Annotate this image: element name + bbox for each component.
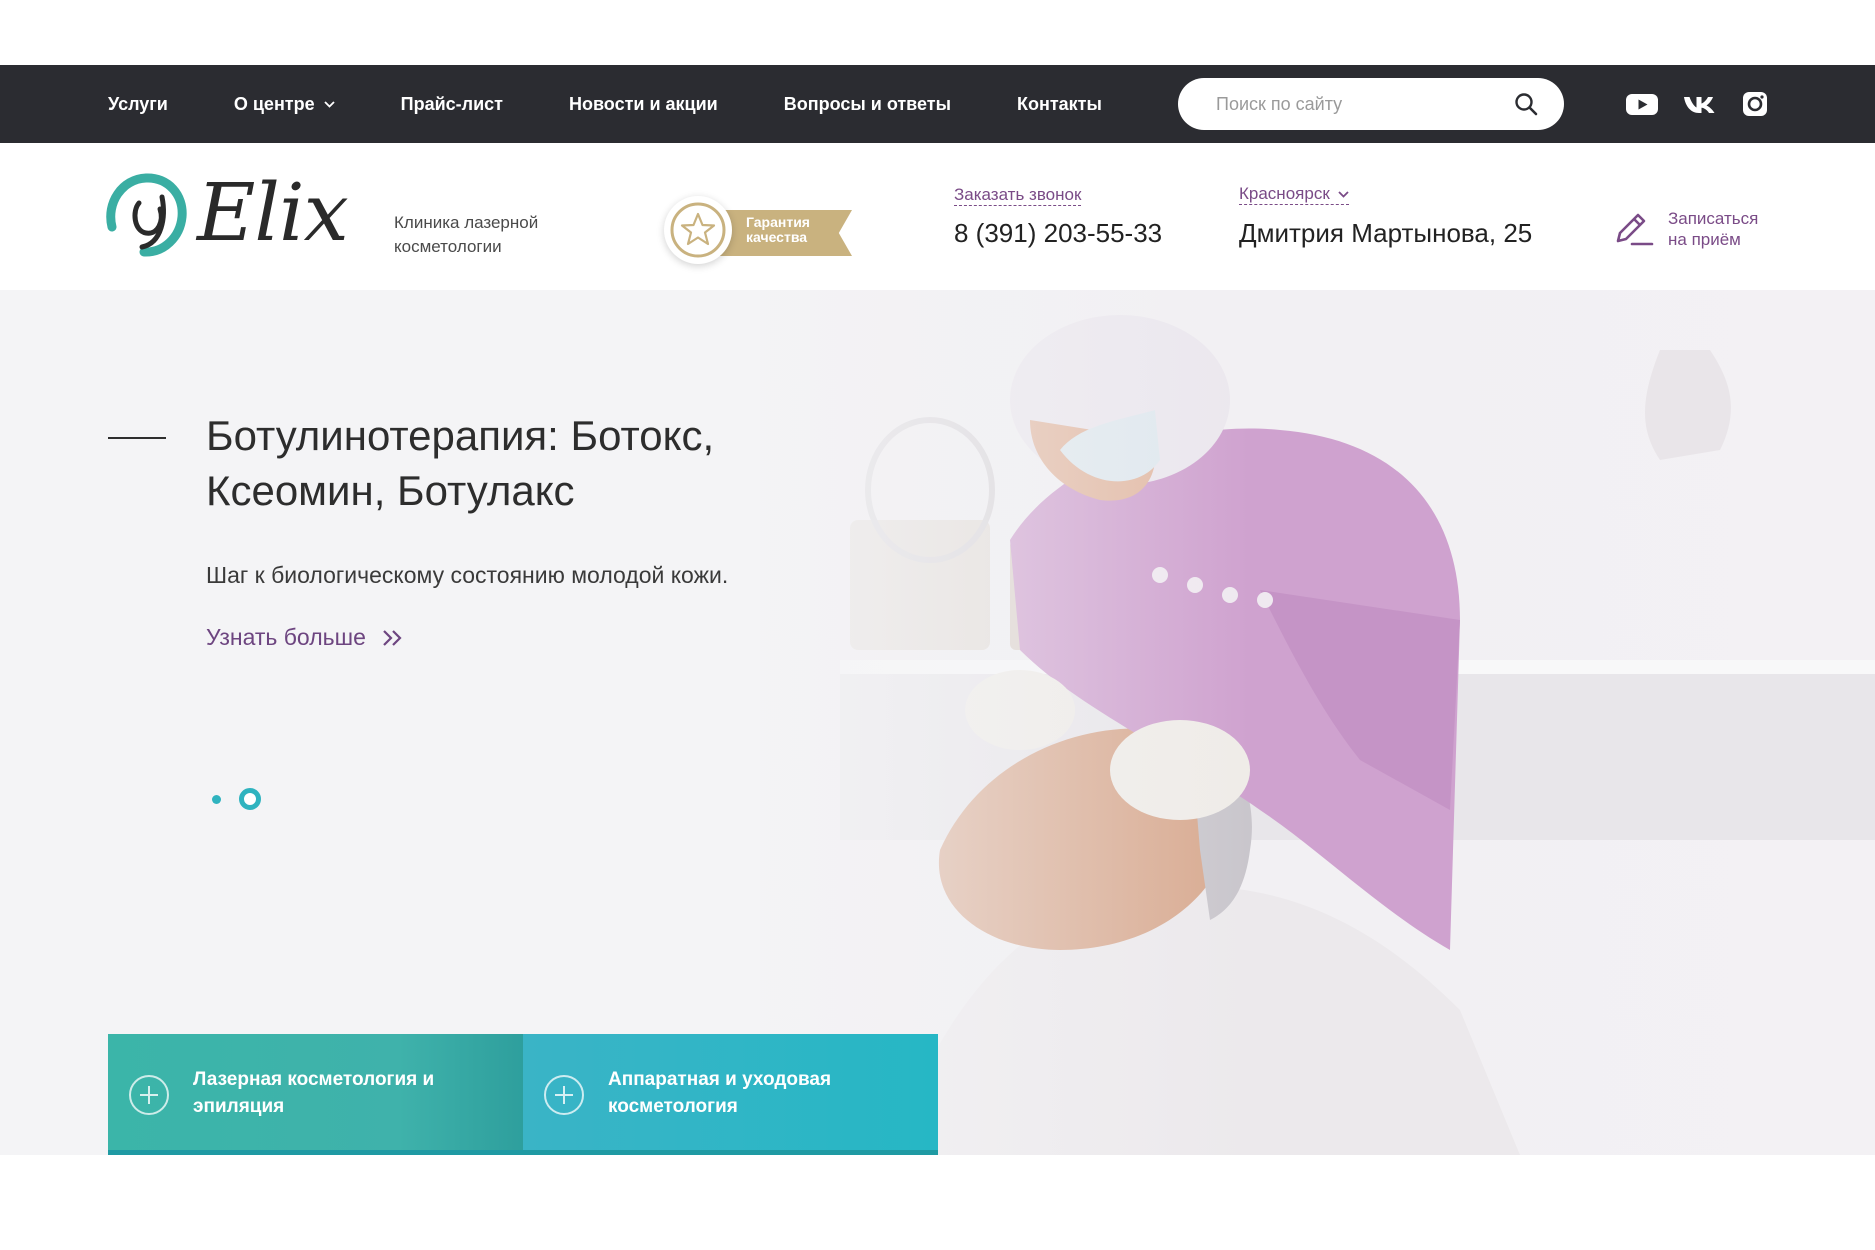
hero-slider: Ботулинотерапия: Ботокс, Ксеомин, Ботула…: [0, 290, 1875, 1155]
category-hardware-cosmetology[interactable]: Аппаратная и уходовая косметология: [523, 1034, 938, 1154]
appointment-line: Записаться: [1668, 209, 1759, 228]
tagline-line: косметологии: [394, 237, 502, 256]
city-selector[interactable]: Красноярск: [1239, 184, 1349, 205]
slider-dot-2-active[interactable]: [239, 788, 261, 810]
site-header: Elix Клиника лазерной косметологии Гаран…: [0, 143, 1875, 290]
vk-icon[interactable]: [1683, 88, 1717, 120]
hero-title-line: Ксеомин, Ботулакс: [206, 467, 575, 514]
nav-item-label: Услуги: [108, 93, 168, 114]
search-box: [1178, 78, 1564, 130]
clinic-tagline: Клиника лазерной косметологии: [394, 211, 574, 259]
tagline-line: Клиника лазерной: [394, 213, 539, 232]
category-line: эпиляция: [193, 1096, 285, 1117]
quality-guarantee-badge: Гарантия качества: [664, 196, 854, 266]
badge-text: Гарантия качества: [746, 215, 810, 245]
pencil-icon: [1616, 213, 1654, 246]
star-icon: [670, 202, 726, 258]
nav-item-label: Контакты: [1016, 93, 1102, 114]
nav-item-label: Новости и акции: [568, 93, 718, 114]
badge-medal: [664, 196, 732, 264]
nav-item-about[interactable]: О центре: [234, 94, 335, 115]
badge-line: Гарантия: [746, 214, 810, 230]
badge-line: качества: [746, 229, 808, 245]
city-label: Красноярск: [1239, 184, 1330, 203]
nav-item-label: Прайс-лист: [400, 93, 503, 114]
category-bottom-bar: [108, 1150, 938, 1155]
main-menu: Услуги О центре Прайс-лист Новости и акц…: [108, 65, 1168, 143]
hero-subtitle: Шаг к биологическому состоянию молодой к…: [206, 562, 729, 588]
nav-item-label: О центре: [233, 93, 315, 114]
callback-link[interactable]: Заказать звонок: [954, 185, 1082, 206]
category-line: Лазерная косметология и: [193, 1069, 435, 1090]
chevron-down-icon: [324, 100, 335, 108]
category-line: Аппаратная и уходовая: [608, 1069, 832, 1090]
nav-item-contacts[interactable]: Контакты: [1017, 94, 1102, 115]
nav-item-faq[interactable]: Вопросы и ответы: [784, 94, 951, 115]
instagram-icon[interactable]: [1738, 88, 1772, 120]
hero-title: Ботулинотерапия: Ботокс, Ксеомин, Ботула…: [206, 408, 806, 518]
clinic-address: Дмитрия Мартынова, 25: [1239, 218, 1533, 248]
nav-item-services[interactable]: Услуги: [108, 94, 168, 115]
phone-number[interactable]: 8 (391) 203-55-33: [954, 218, 1162, 249]
logo-swirl-icon[interactable]: [106, 173, 188, 257]
slider-dot-1[interactable]: [212, 795, 221, 804]
book-appointment-button[interactable]: Записаться на приём: [1614, 208, 1758, 250]
search-icon[interactable]: [1514, 92, 1538, 116]
nav-item-label: Вопросы и ответы: [783, 93, 951, 114]
plus-circle-icon: [544, 1075, 584, 1115]
learn-more-label: Узнать больше: [206, 624, 366, 650]
nav-item-prices[interactable]: Прайс-лист: [401, 94, 503, 115]
double-chevron-right-icon: [383, 629, 402, 646]
category-label: Лазерная косметология и эпиляция: [193, 1066, 503, 1120]
chevron-down-icon: [1338, 190, 1349, 198]
category-label: Аппаратная и уходовая косметология: [608, 1066, 918, 1120]
appointment-label: Записаться на приём: [1668, 208, 1758, 250]
learn-more-link[interactable]: Узнать больше: [206, 624, 404, 651]
appointment-line: на приём: [1668, 230, 1741, 249]
title-dash: [108, 437, 166, 439]
category-laser-cosmetology[interactable]: Лазерная косметология и эпиляция: [108, 1034, 523, 1154]
hero-title-line: Ботулинотерапия: Ботокс,: [206, 412, 715, 459]
search-input[interactable]: [1214, 78, 1504, 130]
plus-circle-icon: [129, 1075, 169, 1115]
category-line: косметология: [608, 1096, 738, 1117]
top-navigation-bar: Услуги О центре Прайс-лист Новости и акц…: [0, 65, 1875, 143]
nav-item-news[interactable]: Новости и акции: [569, 94, 718, 115]
youtube-icon[interactable]: [1625, 88, 1659, 120]
logo-wordmark[interactable]: Elix: [197, 171, 349, 255]
